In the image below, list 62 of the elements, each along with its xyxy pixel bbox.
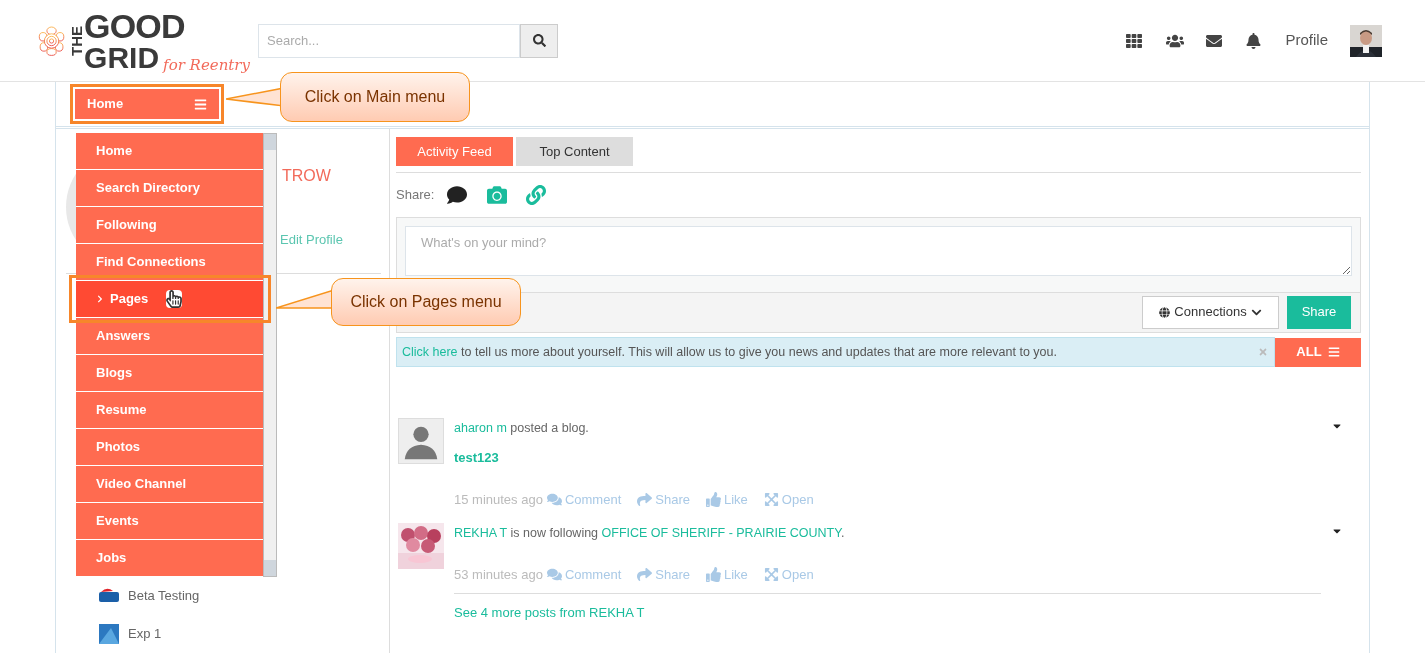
post-action-button[interactable]: Comment [546, 565, 622, 585]
more-posts-link[interactable]: See 4 more posts from REKHA T [454, 604, 645, 620]
share-icon [637, 492, 653, 507]
hand-cursor-icon [166, 290, 183, 308]
page-link[interactable]: Beta Testing [128, 586, 200, 606]
post-time: 15 minutes ago [454, 490, 543, 509]
callout: Click on Pages menu [276, 278, 522, 328]
profile-link[interactable]: Profile [1285, 29, 1328, 52]
globe-icon [1159, 306, 1171, 318]
callout: Click on Main menu [226, 72, 472, 124]
post-action-button[interactable]: Like [705, 489, 748, 510]
bell-icon[interactable] [1246, 32, 1262, 49]
logo-text: THE [69, 25, 85, 56]
logo-tagline: for Reentry [163, 57, 250, 73]
comments-icon [546, 567, 562, 583]
thumbs-up-icon [705, 567, 721, 583]
post-action-button[interactable]: Open [763, 489, 814, 510]
feed-tab[interactable]: Activity Feed [396, 137, 513, 166]
notice-text: Click here to tell us more about yourself. This will allow us to give you news and updates that are more relevant to you. [402, 343, 1057, 361]
expand-icon [763, 567, 779, 583]
post-title-link[interactable]: test123 [454, 448, 499, 468]
chevron-right-icon [96, 295, 104, 303]
search-field[interactable]: Search... [258, 23, 520, 58]
post-input[interactable]: What's on your mind? [405, 226, 1352, 276]
profile-link[interactable]: OFFICE OF SHERIFF - PRAIRIE COUNTY [601, 526, 841, 541]
user-silhouette-icon [398, 417, 444, 464]
menu-item[interactable]: Pages [76, 281, 263, 318]
search-button[interactable] [520, 23, 558, 58]
menu-icon [1327, 346, 1340, 358]
speech-bubble-icon[interactable] [446, 185, 469, 205]
share-icon [637, 567, 653, 583]
comments-icon [546, 492, 562, 507]
click-here-link[interactable]: Click here [402, 344, 458, 359]
main-menu-button[interactable]: Home [75, 89, 219, 119]
expand-icon [763, 492, 779, 507]
post-time: 53 minutes ago [454, 566, 543, 584]
post-summary: REKHA T is now following OFFICE OF SHERIFF - PRAIRIE COUNTY. [454, 525, 846, 543]
profile-name: TROW [282, 166, 332, 186]
search-icon [532, 34, 546, 47]
menu-icon [194, 97, 207, 111]
post-summary: aharon m posted a blog. [454, 419, 590, 437]
audience-dropdown[interactable]: Connections [1142, 295, 1279, 329]
page-link[interactable]: Exp 1 [128, 624, 162, 644]
logo-text: GRID [84, 42, 160, 73]
post-action-button[interactable]: Share [637, 489, 690, 510]
scrollbar[interactable] [263, 133, 277, 577]
post-action-button[interactable]: Open [763, 565, 814, 585]
post-action-button[interactable]: Like [705, 565, 748, 585]
profile-link[interactable]: REKHA T [454, 526, 508, 541]
edit-profile-link[interactable]: Edit Profile [280, 230, 343, 250]
profile-link[interactable]: aharon m [454, 420, 507, 435]
filter-button[interactable]: ALL [1275, 337, 1361, 367]
post-action-button[interactable]: Comment [546, 489, 622, 510]
post-action-button[interactable]: Share [637, 565, 690, 585]
feed-tab[interactable]: Top Content [516, 137, 633, 166]
thumbs-up-icon [705, 492, 721, 507]
logo-text: GOOD [84, 8, 186, 43]
apps-grid-icon[interactable] [1126, 32, 1143, 49]
share-label: Share: [396, 186, 435, 205]
share-button[interactable]: Share [1287, 295, 1351, 329]
mail-icon[interactable] [1206, 32, 1223, 49]
users-icon[interactable] [1166, 32, 1185, 49]
